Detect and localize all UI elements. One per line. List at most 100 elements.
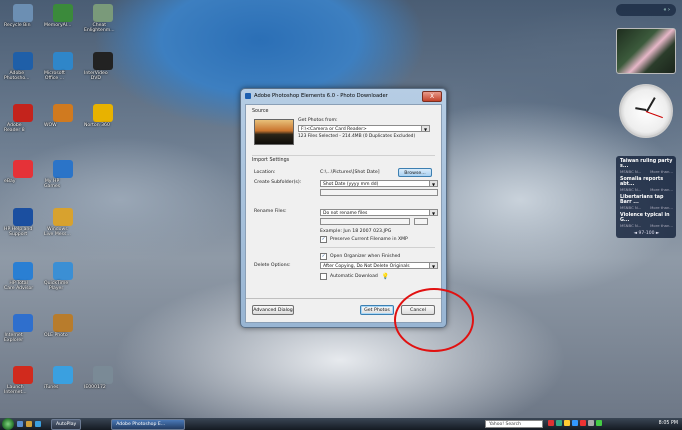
desktop-shortcut[interactable]: Internet Explorer xyxy=(4,314,42,343)
automatic-download-checkbox[interactable]: Automatic Download 💡 xyxy=(320,273,389,280)
taskbar-item-autoplay[interactable]: AutoPlay xyxy=(51,418,82,430)
desktop-shortcut[interactable]: Adobe Reader 8 xyxy=(4,104,42,133)
clock-gadget[interactable] xyxy=(619,84,673,138)
import-settings-title: Import Settings xyxy=(252,158,290,163)
advanced-dialog-button[interactable]: Advanced Dialog xyxy=(252,305,294,315)
desktop-shortcut[interactable]: InterVideo DVD xyxy=(84,52,122,81)
desktop-shortcut[interactable]: Adobe Photosho... xyxy=(4,52,42,81)
desktop-shortcut-label: MemoryAl... xyxy=(44,23,72,28)
volume-icon[interactable] xyxy=(588,420,594,426)
desktop-shortcut[interactable]: HP Total Care Advisor xyxy=(4,262,42,291)
desktop-shortcut[interactable]: OLE Photo xyxy=(44,314,82,338)
slideshow-gadget[interactable] xyxy=(616,28,676,74)
news-item[interactable]: Libertarians tap Barr ... MSNBC N... More … xyxy=(620,195,673,210)
desktop-shortcut[interactable]: iTunes xyxy=(44,366,82,390)
network-icon[interactable] xyxy=(596,420,602,426)
open-organizer-label: Open Organizer when Finished xyxy=(330,254,401,259)
get-photos-button[interactable]: Get Photos xyxy=(360,305,394,315)
lightbulb-icon[interactable]: 💡 xyxy=(382,273,389,280)
delete-options-select[interactable]: After Copying, Do Not Delete Originals ▼ xyxy=(320,262,438,269)
desktop-shortcut[interactable]: Windows Live Mess... xyxy=(44,208,82,237)
hp-care-icon xyxy=(13,262,33,280)
custom-subfolder-field[interactable] xyxy=(320,189,438,196)
itunes-icon xyxy=(53,366,73,384)
automatic-download-label: Automatic Download xyxy=(330,274,378,279)
rename-start-number[interactable] xyxy=(414,218,428,225)
dialog-title: Adobe Photoshop Elements 6.0 - Photo Dow… xyxy=(254,93,388,99)
desktop-shortcut[interactable]: Microsoft Office ... xyxy=(44,52,82,81)
desktop-shortcut[interactable]: Cheat Enlightenm... xyxy=(84,4,122,33)
news-time: More than... xyxy=(650,187,673,192)
news-meta: MSNBC N... More than... xyxy=(620,169,673,174)
news-item[interactable]: Taiwan ruling party s... MSNBC N... More t… xyxy=(620,159,673,174)
tray-icon[interactable] xyxy=(580,420,586,426)
news-meta: MSNBC N... More than... xyxy=(620,223,673,228)
start-button[interactable] xyxy=(2,418,14,430)
news-item[interactable]: Violence typical in G... MSNBC N... More t… xyxy=(620,213,673,228)
news-time: More than... xyxy=(650,223,673,228)
tray-icon[interactable] xyxy=(548,420,554,426)
news-headline: Libertarians tap Barr ... xyxy=(620,195,664,205)
annotation-circle xyxy=(394,288,474,352)
rename-select[interactable]: Do not rename files ▼ xyxy=(320,209,438,216)
chevron-down-icon: ▼ xyxy=(429,210,437,215)
news-item[interactable]: Somalia reports abt... MSNBC N... More tha… xyxy=(620,177,673,192)
rename-label: Rename Files: xyxy=(254,209,287,214)
desktop-shortcut[interactable]: Launch Internet... xyxy=(4,366,42,395)
desktop-shortcut[interactable]: My HP Games xyxy=(44,160,82,189)
desktop-shortcut[interactable]: QuickTime Player xyxy=(44,262,82,291)
news-headline: Somalia reports abt... xyxy=(620,177,664,187)
get-photos-from-select[interactable]: F:\<Camera or Card Reader> ▼ xyxy=(298,125,430,132)
photoshop-icon xyxy=(13,52,33,70)
news-source: MSNBC N... xyxy=(620,223,642,228)
desktop-shortcut-label: QuickTime Player xyxy=(44,281,69,292)
subfolder-value: Shot Date (yyyy mm dd) xyxy=(323,182,379,187)
divider xyxy=(252,155,435,156)
image-file-icon xyxy=(93,366,113,384)
desktop-shortcut[interactable]: eBay xyxy=(4,160,42,184)
norton-icon xyxy=(93,104,113,122)
desktop-shortcut-label: Internet Explorer xyxy=(4,333,24,344)
desktop-shortcut-label: Windows Live Mess... xyxy=(44,227,71,238)
desktop-shortcut-label: Launch Internet... xyxy=(4,385,27,396)
tray-icon[interactable] xyxy=(556,420,562,426)
tray-icon[interactable] xyxy=(572,420,578,426)
delete-options-label: Delete Options: xyxy=(254,263,291,268)
checkbox-checked: ✓ xyxy=(320,236,327,243)
news-meta: MSNBC N... More than... xyxy=(620,205,673,210)
launch-icon xyxy=(13,366,33,384)
tray-icon[interactable] xyxy=(564,420,570,426)
dialog-titlebar[interactable]: Adobe Photoshop Elements 6.0 - Photo Dow… xyxy=(241,89,446,103)
subfolder-select[interactable]: Shot Date (yyyy mm dd) ▼ xyxy=(320,180,438,187)
system-tray xyxy=(548,420,602,428)
taskbar-item-photoshop[interactable]: Adobe Photoshop E... xyxy=(111,418,186,430)
switch-windows-icon[interactable] xyxy=(26,421,32,427)
clock-hour-hand xyxy=(635,107,647,111)
browse-button[interactable]: Browse... xyxy=(398,168,432,177)
close-icon[interactable]: X xyxy=(422,90,442,102)
news-pager[interactable]: ◄ 97-100 ► xyxy=(620,231,673,236)
ebay-icon xyxy=(13,160,33,178)
desktop-shortcut[interactable]: WOW xyxy=(44,104,82,128)
preserve-filename-checkbox[interactable]: ✓ Preserve Current Filename in XMP xyxy=(320,236,408,243)
desktop-shortcut-label: eBay xyxy=(4,179,16,184)
desktop-shortcut[interactable]: Recycle Bin xyxy=(4,4,42,28)
desktop-shortcut[interactable]: Norton 360 xyxy=(84,104,122,128)
quicktime-icon xyxy=(53,262,73,280)
show-desktop-icon[interactable] xyxy=(17,421,23,427)
ie-quicklaunch-icon[interactable] xyxy=(35,421,41,427)
desktop-shortcut[interactable]: MemoryAl... xyxy=(44,4,82,28)
desktop-shortcut-label: Microsoft Office ... xyxy=(44,71,65,82)
files-summary: 123 Files Selected - 214.4MB (0 Duplicat… xyxy=(298,134,416,139)
news-headline: Violence typical in G... xyxy=(620,213,670,223)
desktop-shortcut[interactable]: IE000172 xyxy=(84,366,122,390)
dvd-icon xyxy=(93,52,113,70)
taskbar-clock[interactable]: 8:05 PM xyxy=(659,418,678,430)
gadget-controls[interactable]: « › xyxy=(616,4,676,16)
delete-options-value: After Copying, Do Not Delete Originals xyxy=(323,264,410,269)
desktop-shortcut[interactable]: HP Help and Support xyxy=(4,208,42,237)
rename-custom-field[interactable] xyxy=(320,218,410,225)
search-input[interactable]: Yahoo! Search xyxy=(485,420,543,428)
desktop-shortcut-label: Recycle Bin xyxy=(4,23,31,28)
open-organizer-checkbox[interactable]: ✓ Open Organizer when Finished xyxy=(320,253,400,260)
